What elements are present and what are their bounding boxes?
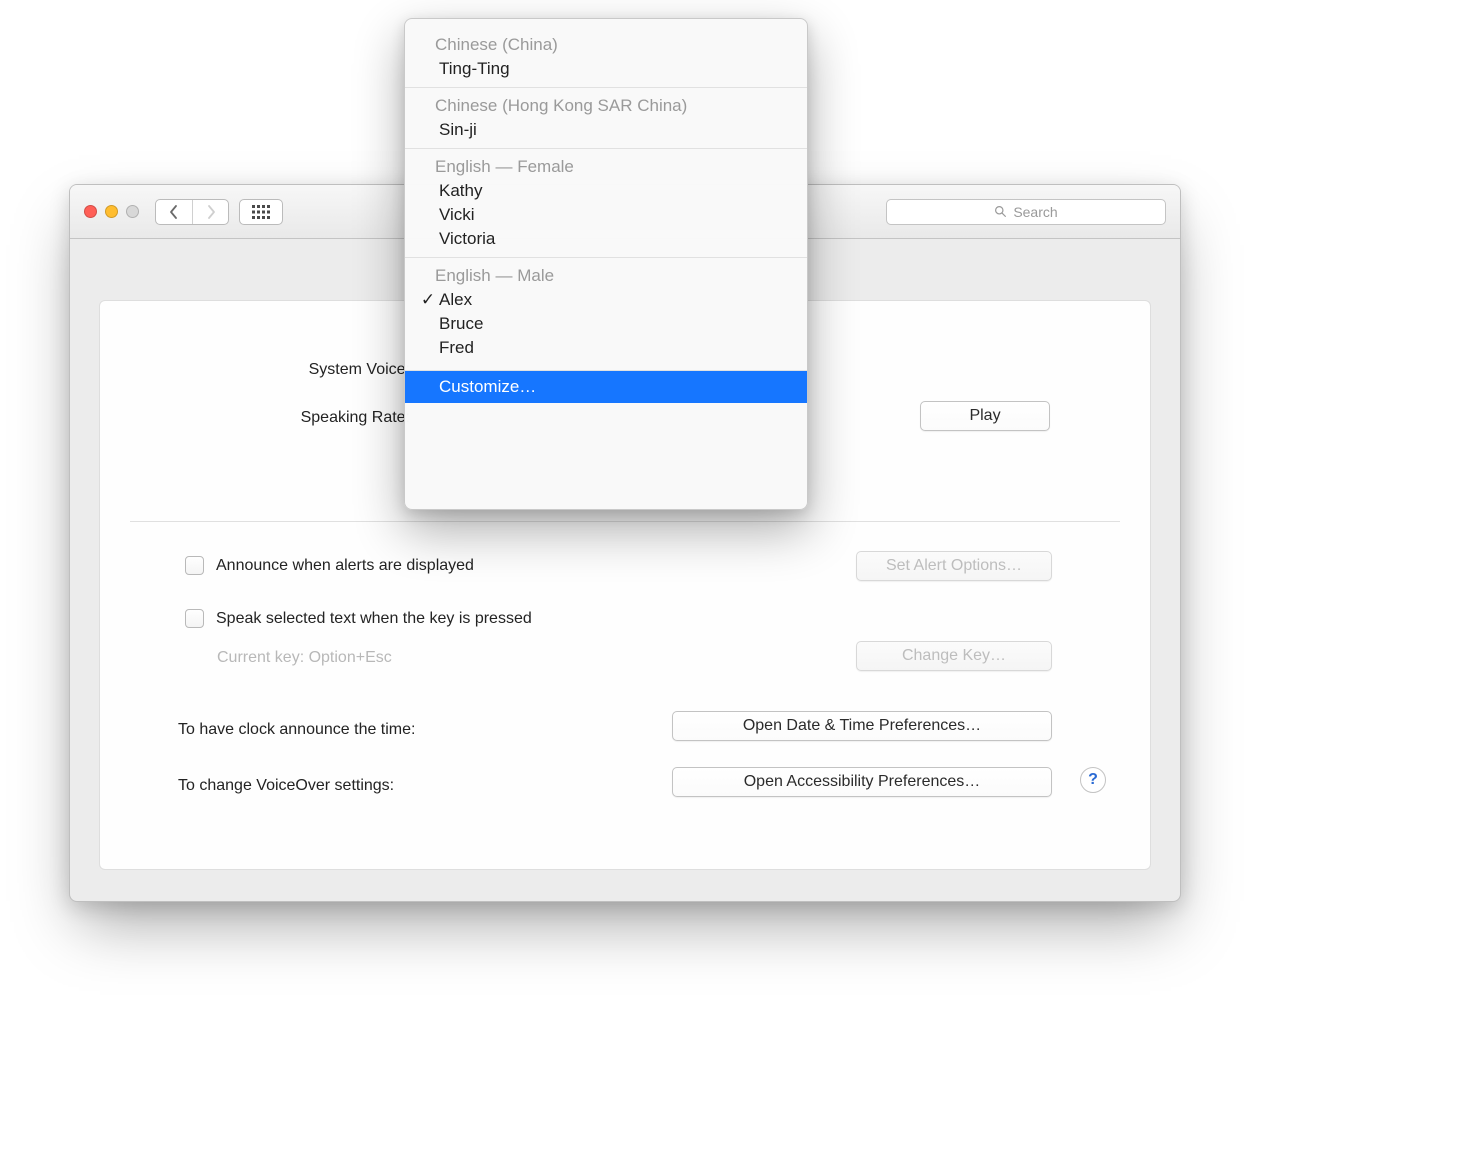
open-accessibility-button[interactable]: Open Accessibility Preferences… xyxy=(672,767,1052,797)
popup-separator xyxy=(405,87,807,88)
announce-alerts-checkbox[interactable] xyxy=(185,556,204,575)
help-button[interactable]: ? xyxy=(1080,767,1106,793)
grid-icon xyxy=(252,205,270,219)
voice-option-label: Ting-Ting xyxy=(439,59,510,79)
set-alert-options-button[interactable]: Set Alert Options… xyxy=(856,551,1052,581)
voice-option-label: Sin-ji xyxy=(439,120,477,140)
voice-group-header: English — Male xyxy=(405,264,807,288)
open-datetime-button[interactable]: Open Date & Time Preferences… xyxy=(672,711,1052,741)
speak-selected-checkbox[interactable] xyxy=(185,609,204,628)
close-button[interactable] xyxy=(84,205,97,218)
voice-option-label: Kathy xyxy=(439,181,482,201)
speak-selected-row: Speak selected text when the key is pres… xyxy=(185,609,532,628)
chevron-right-icon xyxy=(206,204,216,220)
nav-back-forward xyxy=(155,199,229,225)
search-placeholder: Search xyxy=(1013,204,1057,220)
change-key-button[interactable]: Change Key… xyxy=(856,641,1052,671)
customize-label: Customize… xyxy=(439,377,536,397)
clock-announce-label: To have clock announce the time: xyxy=(178,721,415,739)
voice-option-ting-ting[interactable]: Ting-Ting xyxy=(405,57,807,81)
forward-button[interactable] xyxy=(192,200,228,224)
announce-alerts-row: Announce when alerts are displayed xyxy=(185,556,474,575)
chevron-left-icon xyxy=(169,204,179,220)
voice-option-victoria[interactable]: Victoria xyxy=(405,227,807,251)
divider xyxy=(130,521,1120,522)
window-controls xyxy=(84,205,139,218)
voice-option-vicki[interactable]: Vicki xyxy=(405,203,807,227)
voice-option-bruce[interactable]: Bruce xyxy=(405,312,807,336)
zoom-button[interactable] xyxy=(126,205,139,218)
voice-option-kathy[interactable]: Kathy xyxy=(405,179,807,203)
voice-group-header: English — Female xyxy=(405,155,807,179)
voice-option-sin-ji[interactable]: Sin-ji xyxy=(405,118,807,142)
voice-option-label: Vicki xyxy=(439,205,475,225)
customize-voices-item[interactable]: Customize… xyxy=(405,371,807,403)
voice-option-fred[interactable]: Fred xyxy=(405,336,807,360)
search-icon xyxy=(994,205,1007,218)
voiceover-settings-label: To change VoiceOver settings: xyxy=(178,777,394,795)
help-icon: ? xyxy=(1088,771,1098,789)
announce-alerts-label: Announce when alerts are displayed xyxy=(216,557,474,575)
checkmark-icon: ✓ xyxy=(419,290,437,310)
current-key-label: Current key: Option+Esc xyxy=(217,649,392,667)
system-voice-popup: Chinese (China) Ting-Ting Chinese (Hong … xyxy=(404,18,808,510)
speaking-rate-label: Speaking Rate: xyxy=(140,409,410,427)
voice-option-label: Bruce xyxy=(439,314,483,334)
voice-option-label: Alex xyxy=(439,290,472,310)
back-button[interactable] xyxy=(156,200,192,224)
voice-option-alex[interactable]: ✓Alex xyxy=(405,288,807,312)
play-button[interactable]: Play xyxy=(920,401,1050,431)
voice-group-header: Chinese (China) xyxy=(405,19,807,57)
popup-separator xyxy=(405,148,807,149)
voice-option-label: Victoria xyxy=(439,229,495,249)
speak-selected-label: Speak selected text when the key is pres… xyxy=(216,610,532,628)
popup-separator xyxy=(405,257,807,258)
show-all-button[interactable] xyxy=(239,199,283,225)
search-field[interactable]: Search xyxy=(886,199,1166,225)
system-voice-label: System Voice: xyxy=(140,361,410,379)
minimize-button[interactable] xyxy=(105,205,118,218)
voice-group-header: Chinese (Hong Kong SAR China) xyxy=(405,94,807,118)
voice-option-label: Fred xyxy=(439,338,474,358)
